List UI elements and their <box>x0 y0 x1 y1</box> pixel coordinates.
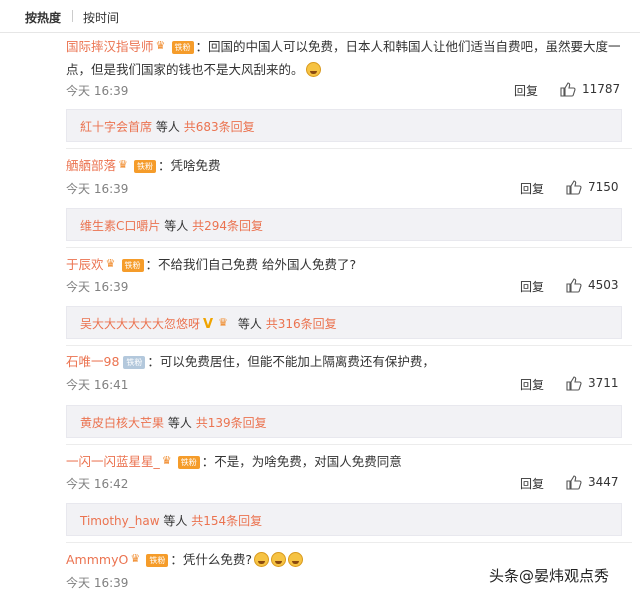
comment-username[interactable]: 于辰欢 <box>66 257 104 272</box>
fan-badge: 铁粉 <box>121 259 144 272</box>
watermark-brand: 头条 <box>489 567 520 585</box>
comment-body: 石唯一98 铁粉 ：可以免费居住，但能不能加上隔离费还有保护费， <box>66 350 632 373</box>
view-replies-link[interactable]: 共683条回复 <box>184 120 255 134</box>
sub-reply-prefix: 等人 <box>167 416 192 430</box>
laugh-emoji-icon <box>253 552 269 567</box>
thumbs-up-icon <box>566 376 582 391</box>
sort-by-time-tab[interactable]: 按时间 <box>83 9 119 26</box>
comment-body: 一闪一闪蓝星星_ ♛ 铁粉 ：不是，为啥免费，对国人免费同意 <box>66 450 632 473</box>
comment-divider <box>66 542 632 543</box>
sub-reply-prefix: 等人 <box>164 219 189 233</box>
comment-divider <box>66 247 632 248</box>
like-count: 4503 <box>588 278 619 292</box>
like-count: 3447 <box>588 475 619 489</box>
watermark-at: @ <box>519 567 535 585</box>
comment-username[interactable]: 石唯一98 <box>66 354 119 369</box>
sub-reply-username[interactable]: 紅十字会首席 <box>80 120 152 134</box>
comment-divider <box>66 148 632 149</box>
sub-reply-prefix: 等人 <box>163 514 188 528</box>
crown-icon: ♛ <box>130 552 141 565</box>
laugh-emoji-icon <box>305 62 321 77</box>
sub-replies-summary: Timothy_haw 等人 共154条回复 <box>80 512 262 529</box>
view-replies-link[interactable]: 共139条回复 <box>196 416 267 430</box>
reply-button[interactable]: 回复 <box>520 180 544 197</box>
comment-time: 今天 16:39 <box>66 576 129 590</box>
comment-meta: 今天 16:39 回复 4503 <box>66 278 626 296</box>
sub-reply-username[interactable]: 维生素C口嚼片 <box>80 219 160 233</box>
watermark-author: 晏炜观点秀 <box>534 567 610 585</box>
comment-meta: 今天 16:42 回复 3447 <box>66 475 626 493</box>
sub-replies-summary: 吴大大大大大大忽悠呀 V ♛ 等人 共316条回复 <box>80 315 337 333</box>
sub-replies-box[interactable]: Timothy_haw 等人 共154条回复 <box>66 503 622 536</box>
laugh-emoji-icon <box>287 552 303 567</box>
view-replies-link[interactable]: 共316条回复 <box>266 317 337 331</box>
crown-icon: ♛ <box>218 316 228 329</box>
comment-divider <box>66 345 632 346</box>
comment-username[interactable]: 国际摔汉指导师 <box>66 39 154 54</box>
comment-time: 今天 16:42 <box>66 477 129 491</box>
crown-icon: ♛ <box>155 39 166 52</box>
sub-replies-box[interactable]: 黄皮白核大芒果 等人 共139条回复 <box>66 405 622 438</box>
reply-button[interactable]: 回复 <box>514 82 538 99</box>
comment-time: 今天 16:39 <box>66 182 129 196</box>
sub-replies-box[interactable]: 紅十字会首席 等人 共683条回复 <box>66 109 622 142</box>
sub-replies-summary: 维生素C口嚼片 等人 共294条回复 <box>80 217 263 234</box>
sub-replies-summary: 紅十字会首席 等人 共683条回复 <box>80 118 255 135</box>
reply-button[interactable]: 回复 <box>520 376 544 393</box>
crown-icon: ♛ <box>118 158 128 171</box>
laugh-emoji-icon <box>270 552 286 567</box>
sort-divider <box>72 10 73 22</box>
thumbs-up-icon <box>566 180 582 195</box>
watermark: 头条@晏炜观点秀 <box>489 565 609 586</box>
fan-badge: 铁粉 <box>146 554 169 567</box>
sub-reply-username[interactable]: Timothy_haw <box>80 514 160 528</box>
view-replies-link[interactable]: 共294条回复 <box>192 219 263 233</box>
like-count: 11787 <box>582 82 621 96</box>
fan-badge: 铁粉 <box>177 456 200 469</box>
comment-meta: 今天 16:41 回复 3711 <box>66 376 626 394</box>
sub-reply-prefix: 等人 <box>237 317 262 331</box>
comment-meta: 今天 16:39 回复 7150 <box>66 180 626 198</box>
comment-username[interactable]: AmmmyO <box>66 552 128 567</box>
comment-text: ：凭啥免费 <box>158 158 221 173</box>
like-count: 3711 <box>588 376 619 390</box>
thumbs-up-icon <box>566 278 582 293</box>
comment-meta: 今天 16:39 回复 11787 <box>66 82 626 100</box>
comment-body: 舾舾部落 ♛ 铁粉 ：凭啥免费 <box>66 154 632 177</box>
fan-badge: 铁粉 <box>171 41 194 54</box>
sort-by-hot-tab[interactable]: 按热度 <box>25 9 61 26</box>
comment-divider <box>66 444 632 445</box>
fan-badge: 铁粉 <box>123 356 146 369</box>
comment-text: ：不给我们自己免费 给外国人免费了? <box>145 257 357 272</box>
comment-body: 国际摔汉指导师 ♛ 铁粉 ：回国的中国人可以免费，日本人和韩国人让他们适当自费吧，虽然… <box>66 35 632 81</box>
view-replies-link[interactable]: 共154条回复 <box>191 514 262 528</box>
sub-replies-box[interactable]: 吴大大大大大大忽悠呀 V ♛ 等人 共316条回复 <box>66 306 622 339</box>
reply-button[interactable]: 回复 <box>520 278 544 295</box>
sort-bar: 按热度 按时间 <box>0 0 640 33</box>
comment-username[interactable]: 一闪一闪蓝星星_ <box>66 454 160 469</box>
comment-body: 于辰欢 ♛ 铁粉 ：不给我们自己免费 给外国人免费了? <box>66 253 632 276</box>
comment-text: ：凭什么免费? <box>170 552 252 567</box>
sub-replies-summary: 黄皮白核大芒果 等人 共139条回复 <box>80 414 267 431</box>
comment-text: ：不是，为啥免费，对国人免费同意 <box>201 454 402 469</box>
comment-text: ：可以免费居住，但能不能加上隔离费还有保护费， <box>147 354 435 369</box>
sub-reply-username[interactable]: 吴大大大大大大忽悠呀 <box>80 317 200 331</box>
comment-time: 今天 16:41 <box>66 378 129 392</box>
crown-icon: ♛ <box>161 454 172 467</box>
crown-icon: ♛ <box>105 257 116 270</box>
sub-reply-username[interactable]: 黄皮白核大芒果 <box>80 416 164 430</box>
comment-username[interactable]: 舾舾部落 <box>66 158 116 173</box>
verified-v-icon: V <box>203 317 214 332</box>
sub-reply-prefix: 等人 <box>155 120 180 134</box>
comment-time: 今天 16:39 <box>66 280 129 294</box>
like-count: 7150 <box>588 180 619 194</box>
reply-button[interactable]: 回复 <box>520 475 544 492</box>
sub-replies-box[interactable]: 维生素C口嚼片 等人 共294条回复 <box>66 208 622 241</box>
thumbs-up-icon <box>560 82 576 97</box>
thumbs-up-icon <box>566 475 582 490</box>
comment-time: 今天 16:39 <box>66 84 129 98</box>
fan-badge: 铁粉 <box>134 160 157 173</box>
